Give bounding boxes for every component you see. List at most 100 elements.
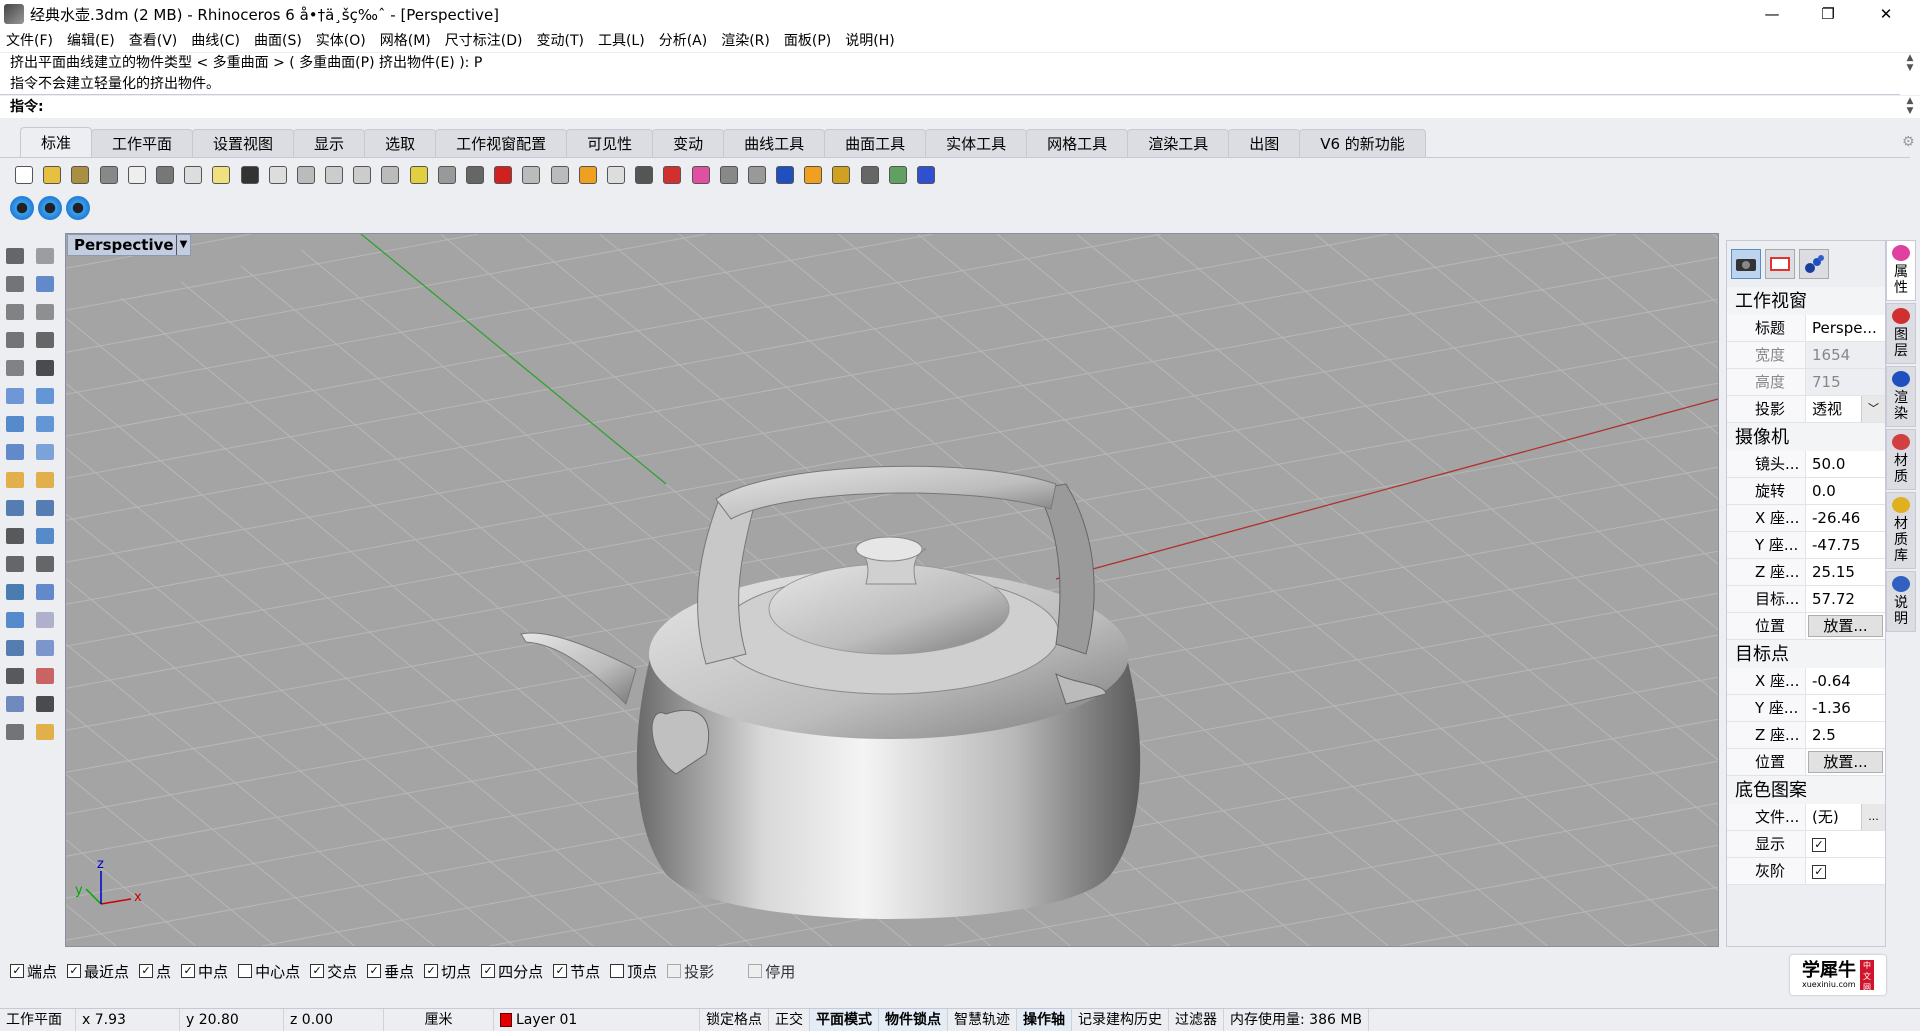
left-tool-icon[interactable] [2, 355, 28, 381]
layer-stack-icon[interactable] [660, 163, 684, 187]
osnap-checkbox[interactable]: ✓ [424, 964, 439, 978]
osnap-checkbox[interactable] [238, 964, 253, 978]
tab-10[interactable]: 实体工具 [925, 129, 1028, 157]
tab-6[interactable]: 可见性 [566, 129, 654, 157]
menu-item[interactable]: 面板(P) [784, 30, 831, 50]
property-value[interactable]: 放置... [1805, 613, 1885, 639]
property-value[interactable]: 715 [1805, 369, 1885, 395]
osnap-0[interactable]: ✓ 端点 [10, 961, 57, 982]
left-tool-icon[interactable] [2, 271, 28, 297]
tab-0[interactable]: 标准 [20, 127, 93, 157]
zoom-extents-icon[interactable] [378, 163, 402, 187]
property-value[interactable]: 放置... [1805, 749, 1885, 775]
status-toggle[interactable]: 智慧轨迹 [948, 1008, 1017, 1031]
side-tab-1[interactable]: 图层 [1886, 303, 1916, 364]
osnap-checkbox[interactable] [667, 964, 682, 978]
property-value[interactable]: 2.5 [1805, 722, 1885, 748]
left-tool-icon[interactable] [2, 327, 28, 353]
menu-item[interactable]: 变动(T) [536, 30, 583, 50]
viewport-icon-2[interactable] [38, 196, 62, 220]
status-toggle[interactable]: 锁定格点 [700, 1008, 769, 1031]
osnap-checkbox[interactable] [748, 964, 763, 978]
menu-item[interactable]: 尺寸标注(D) [445, 30, 523, 50]
osnap-7[interactable]: ✓ 切点 [424, 961, 471, 982]
left-tool-icon[interactable] [2, 411, 28, 437]
osnap-9[interactable]: ✓ 节点 [553, 961, 600, 982]
tab-4[interactable]: 选取 [364, 129, 437, 157]
cone-highlight-icon[interactable] [801, 163, 825, 187]
side-tab-3[interactable]: 材质 [1886, 429, 1916, 490]
status-toggle[interactable]: 平面模式 [810, 1008, 879, 1031]
render-blue-sphere-icon[interactable] [773, 163, 797, 187]
left-tool-icon[interactable] [32, 719, 58, 745]
left-tool-icon[interactable] [32, 383, 58, 409]
shaded-sphere-icon[interactable] [717, 163, 741, 187]
checkbox[interactable]: ✓ [1812, 837, 1826, 852]
left-tool-icon[interactable] [2, 439, 28, 465]
command-input[interactable]: 指令: [0, 96, 1900, 118]
zoom-in-icon[interactable] [322, 163, 346, 187]
property-value[interactable]: 50.0 [1805, 451, 1885, 477]
menu-item[interactable]: 网格(M) [380, 30, 431, 50]
side-tab-4[interactable]: 材质库 [1886, 492, 1916, 569]
status-toggle[interactable]: 正交 [769, 1008, 810, 1031]
osnap-8[interactable]: ✓ 四分点 [481, 961, 543, 982]
property-value[interactable]: ✓ [1805, 858, 1885, 884]
property-value[interactable]: 25.15 [1805, 559, 1885, 585]
place-button[interactable]: 放置... [1808, 751, 1883, 773]
help-icon[interactable] [914, 163, 938, 187]
menu-item[interactable]: 分析(A) [659, 30, 708, 50]
osnap-checkbox[interactable] [610, 964, 625, 978]
property-value[interactable]: -26.46 [1805, 505, 1885, 531]
save-icon[interactable] [68, 163, 92, 187]
tab-11[interactable]: 网格工具 [1026, 129, 1129, 157]
left-tool-icon[interactable] [2, 523, 28, 549]
left-tool-icon[interactable] [32, 495, 58, 521]
left-tool-icon[interactable] [2, 579, 28, 605]
osnap-checkbox[interactable]: ✓ [367, 964, 382, 978]
left-tool-icon[interactable] [32, 551, 58, 577]
side-tab-0[interactable]: 属性 [1886, 240, 1916, 301]
osnap-11[interactable]: 投影 [667, 961, 714, 982]
new-file-icon[interactable] [12, 163, 36, 187]
property-value[interactable]: 1654 [1805, 342, 1885, 368]
zoom-selected-icon[interactable] [407, 163, 431, 187]
tab-8[interactable]: 曲线工具 [723, 129, 826, 157]
lock-icon[interactable] [632, 163, 656, 187]
tab-13[interactable]: 出图 [1228, 129, 1301, 157]
tab-1[interactable]: 工作平面 [91, 129, 194, 157]
dimension-icon[interactable] [858, 163, 882, 187]
left-tool-icon[interactable] [32, 523, 58, 549]
osnap-checkbox[interactable]: ✓ [310, 964, 325, 978]
property-value[interactable]: 透视 ﹀ [1805, 396, 1885, 422]
menu-item[interactable]: 实体(O) [316, 30, 366, 50]
left-tool-icon[interactable] [32, 635, 58, 661]
viewport-frame-icon[interactable] [1765, 249, 1795, 279]
left-tool-icon[interactable] [2, 243, 28, 269]
circle-point-icon[interactable] [548, 163, 572, 187]
camera-icon[interactable] [1731, 249, 1761, 279]
left-tool-icon[interactable] [2, 719, 28, 745]
close-button[interactable]: ✕ [1858, 0, 1914, 28]
menu-item[interactable]: 文件(F) [6, 30, 53, 50]
viewport-menu-chevron-icon[interactable]: ▼ [176, 235, 190, 255]
command-scrollbar[interactable]: ▲ ▼ [1900, 96, 1920, 118]
browse-button[interactable]: ... [1861, 804, 1885, 830]
perspective-viewport[interactable]: x y z [65, 233, 1719, 947]
cut-icon[interactable] [153, 163, 177, 187]
menu-item[interactable]: 曲线(C) [191, 30, 240, 50]
chevron-down-icon[interactable]: ﹀ [1861, 396, 1885, 422]
osnap-6[interactable]: ✓ 垂点 [367, 961, 414, 982]
property-value[interactable]: -1.36 [1805, 695, 1885, 721]
osnap-3[interactable]: ✓ 中点 [181, 961, 228, 982]
tab-5[interactable]: 工作视窗配置 [435, 129, 568, 157]
left-tool-icon[interactable] [2, 383, 28, 409]
left-tool-icon[interactable] [32, 271, 58, 297]
menu-item[interactable]: 工具(L) [598, 30, 645, 50]
osnap-10[interactable]: 顶点 [610, 961, 657, 982]
left-tool-icon[interactable] [32, 327, 58, 353]
cplane-grid-icon[interactable] [519, 163, 543, 187]
object-properties-icon[interactable] [576, 163, 600, 187]
gear-icon[interactable]: ⚙ [1902, 134, 1915, 150]
paste-icon[interactable] [209, 163, 233, 187]
